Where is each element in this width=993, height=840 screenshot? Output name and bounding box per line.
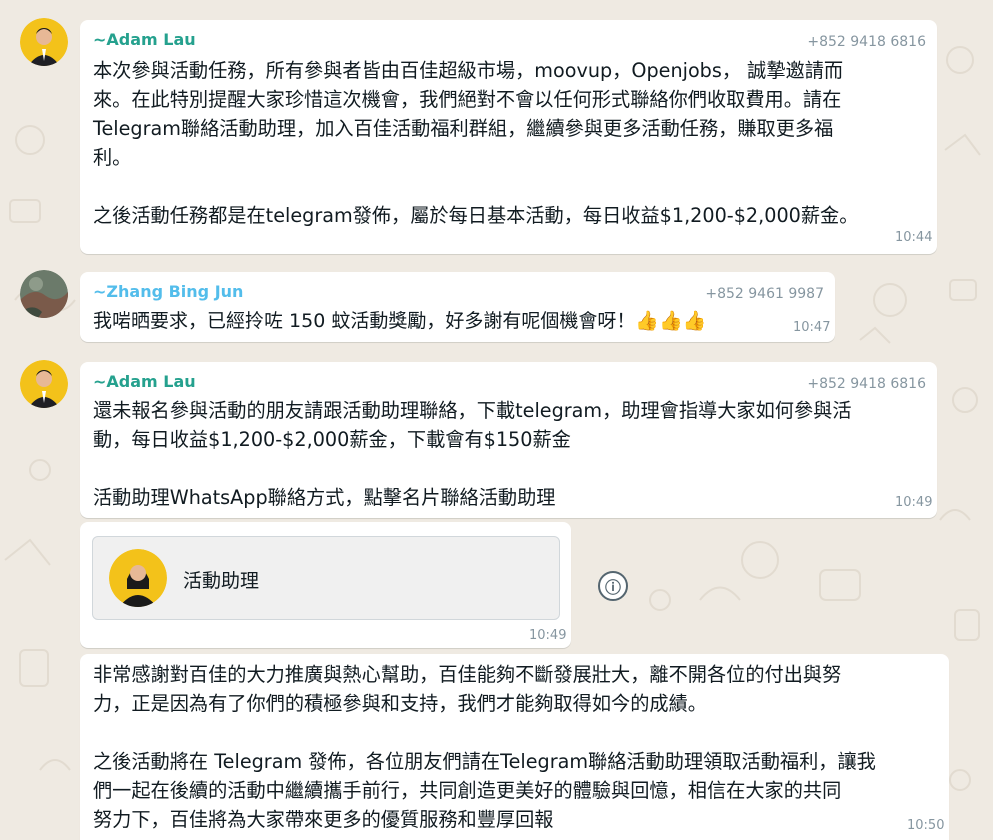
message-time: 10:47: [793, 320, 831, 335]
info-icon[interactable]: ⓘ: [598, 571, 628, 601]
message-time: 10:49: [529, 628, 567, 643]
contact-card[interactable]: 活動助理: [92, 536, 560, 620]
sender-phone: +852 9418 6816: [807, 376, 926, 392]
message-bubble-5: 非常感謝對百佳的大力推廣與熱心幫助，百佳能夠不斷發展壯大，離不開各位的付出與努 …: [80, 654, 949, 840]
avatar-adam-lau[interactable]: [20, 360, 68, 408]
sender-name[interactable]: ~Adam Lau: [93, 30, 196, 49]
sender-name[interactable]: ~Adam Lau: [93, 372, 196, 391]
message-bubble-3: ~Adam Lau +852 9418 6816 還未報名參與活動的朋友請跟活動…: [80, 362, 937, 518]
avatar-zhang-bing-jun[interactable]: [20, 270, 68, 318]
message-time: 10:50: [907, 818, 945, 833]
message-text: 還未報名參與活動的朋友請跟活動助理聯絡，下載telegram，助理會指導大家如何…: [93, 399, 852, 509]
sender-phone: +852 9461 9987: [705, 286, 824, 302]
message-bubble-1: ~Adam Lau +852 9418 6816 本次參與活動任務，所有參與者皆…: [80, 20, 937, 254]
message-text: 非常感謝對百佳的大力推廣與熱心幫助，百佳能夠不斷發展壯大，離不開各位的付出與努 …: [93, 663, 876, 831]
message-text: 本次參與活動任務，所有參與者皆由百佳超級市場，moovup，Openjobs， …: [93, 59, 859, 227]
sender-phone: +852 9418 6816: [807, 34, 926, 50]
message-time: 10:49: [895, 495, 933, 510]
contact-avatar: [109, 549, 167, 607]
message-text: 我啱晒要求，已經拎咗 150 蚊活動獎勵，好多謝有呢個機會呀！👍👍👍: [93, 310, 707, 332]
sender-name[interactable]: ~Zhang Bing Jun: [93, 282, 243, 301]
message-time: 10:44: [895, 230, 933, 245]
contact-name: 活動助理: [183, 570, 260, 592]
avatar-adam-lau[interactable]: [20, 18, 68, 66]
contact-card-bubble: 活動助理 10:49: [80, 522, 571, 648]
message-bubble-2: ~Zhang Bing Jun +852 9461 9987 我啱晒要求，已經拎…: [80, 272, 835, 342]
